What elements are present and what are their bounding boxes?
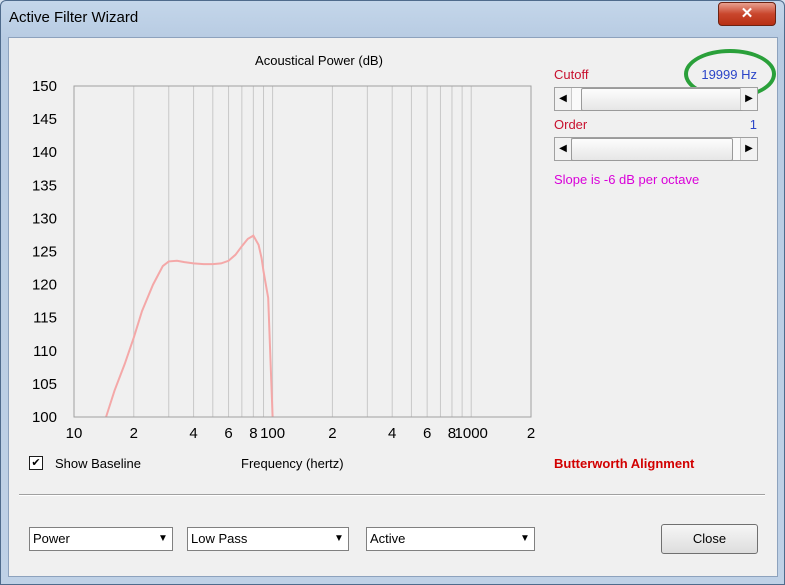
- y-tick-label: 100: [32, 409, 57, 426]
- slope-text: Slope is -6 dB per octave: [554, 172, 700, 187]
- window-title: Active Filter Wizard: [9, 9, 139, 26]
- chart-series: [105, 234, 274, 418]
- filter-type-select-value: Low Pass: [191, 531, 248, 546]
- alignment-text: Butterworth Alignment: [554, 456, 695, 471]
- dialog-body: Acoustical Power (dB) 150 145 140 135 130 125…: [8, 37, 778, 577]
- y-tick-label: 125: [32, 244, 57, 261]
- cutoff-label: Cutoff: [554, 67, 589, 82]
- x-axis-title: Frequency (hertz): [241, 456, 344, 471]
- cutoff-right-arrow-icon[interactable]: ▶: [740, 88, 757, 110]
- x-tick-labels: 10 2 4 6 8 100 2 4 6 81000 2: [66, 425, 536, 442]
- x-tick-label: 1000: [455, 425, 488, 442]
- close-button[interactable]: Close: [661, 524, 758, 554]
- x-tick-label: 100: [260, 425, 285, 442]
- x-tick-label: 2: [130, 425, 138, 442]
- show-baseline-checkbox[interactable]: ✔: [29, 456, 43, 470]
- order-right-arrow-icon[interactable]: ▶: [740, 138, 757, 160]
- y-tick-label: 105: [32, 376, 57, 393]
- x-tick-label: 4: [189, 425, 197, 442]
- order-slider[interactable]: ◀ ▶: [554, 137, 758, 161]
- y-tick-label: 110: [33, 343, 57, 360]
- x-tick-label: 10: [66, 425, 83, 442]
- cutoff-slider[interactable]: ◀ ▶: [554, 87, 758, 111]
- title-bar: Active Filter Wizard ✕: [0, 0, 785, 36]
- show-baseline-label[interactable]: Show Baseline: [55, 456, 141, 471]
- y-tick-label: 120: [32, 277, 57, 294]
- response-chart: 150145140135130125120115110105100 10 2 4 6 8…: [32, 78, 536, 442]
- y-tick-label: 130: [32, 210, 57, 227]
- x-tick-label: 4: [388, 425, 396, 442]
- x-tick-label: 6: [423, 425, 431, 442]
- mode-select[interactable]: Power ▼: [29, 527, 173, 551]
- order-slider-thumb[interactable]: [571, 138, 733, 161]
- cutoff-left-arrow-icon[interactable]: ◀: [555, 88, 572, 110]
- circuit-type-select-value: Active: [370, 531, 406, 546]
- cutoff-slider-thumb[interactable]: [580, 88, 743, 111]
- order-left-arrow-icon[interactable]: ◀: [555, 138, 572, 160]
- chevron-down-icon[interactable]: ▼: [516, 528, 534, 550]
- y-tick-label: 150: [32, 78, 57, 95]
- x-tick-label: 8: [249, 425, 257, 442]
- order-label: Order: [554, 117, 588, 132]
- y-tick-labels: 150 145 140 135 130 125 120 115 110 105 100: [32, 78, 57, 426]
- order-value: 1: [749, 117, 757, 132]
- y-tick-label: 135: [32, 177, 57, 194]
- circuit-type-select[interactable]: Active ▼: [366, 527, 535, 551]
- x-tick-label: 6: [224, 425, 232, 442]
- chart-grid: [133, 86, 532, 417]
- x-tick-label: 2: [527, 425, 535, 442]
- divider: [19, 494, 765, 496]
- mode-select-value: Power: [33, 531, 70, 546]
- series-line: [105, 234, 274, 418]
- x-tick-label: 2: [328, 425, 336, 442]
- filter-type-select[interactable]: Low Pass ▼: [187, 527, 349, 551]
- y-tick-label: 145: [32, 111, 57, 128]
- chevron-down-icon[interactable]: ▼: [154, 528, 172, 550]
- y-tick-label: 115: [33, 310, 57, 327]
- chevron-down-icon[interactable]: ▼: [330, 528, 348, 550]
- window-close-button[interactable]: ✕: [718, 2, 776, 26]
- y-tick-label: 140: [32, 144, 57, 161]
